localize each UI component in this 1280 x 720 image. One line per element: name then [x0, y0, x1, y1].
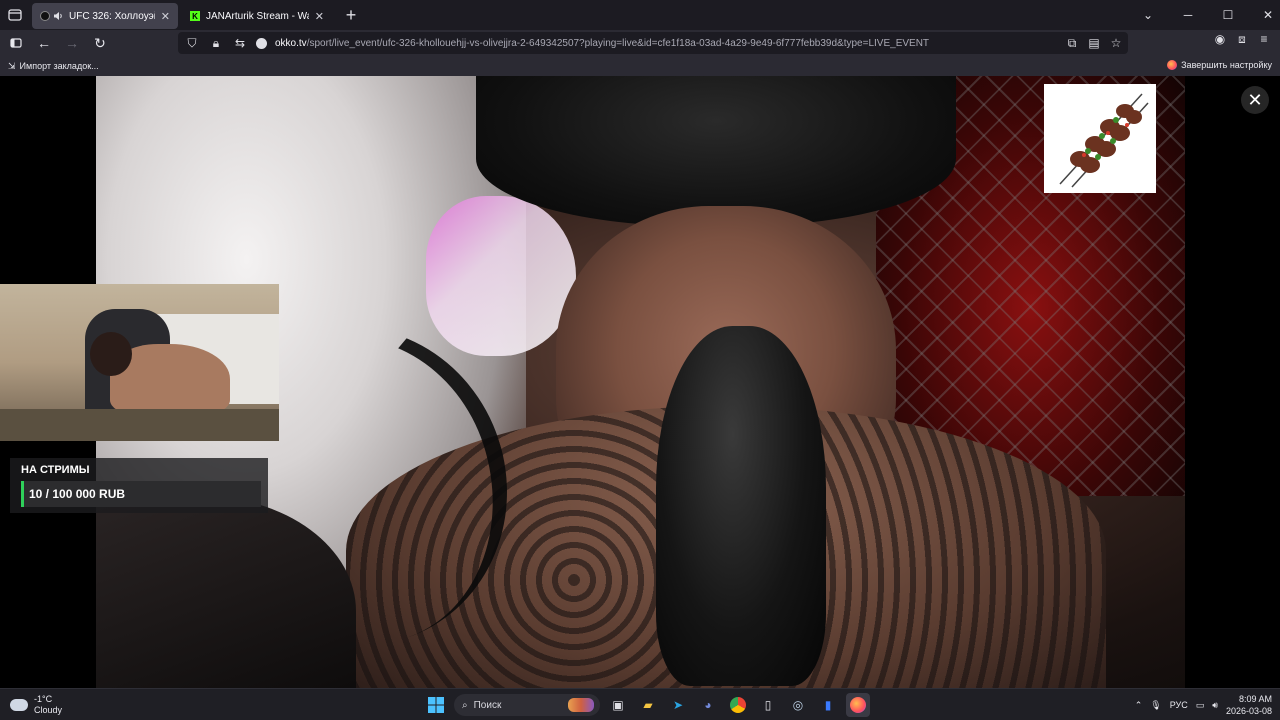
windows-taskbar: -1°C Cloudy ⌕ Поиск ▣ ▰ ➤ ◕ ▯ ◎ ▮ ⌃ 🎙︎ Р… — [0, 688, 1280, 720]
kick-logo-icon: K — [190, 11, 200, 21]
close-window-button[interactable]: ✕ — [1248, 8, 1280, 22]
tab-bar: UFC 326: Холлоуэй vs. Оли ✕ K JANArturik… — [0, 0, 1280, 30]
firefox-icon — [1167, 60, 1178, 70]
minimize-button[interactable]: ─ — [1168, 8, 1208, 22]
bookmarks-bar: ⇲ Импорт закладок... Завершить настройку — [0, 56, 1280, 76]
close-tab-icon[interactable]: ✕ — [315, 10, 324, 23]
weather-widget[interactable]: -1°C Cloudy — [10, 694, 62, 716]
webcam-head — [90, 332, 132, 376]
extensions-icon[interactable]: ⧈ — [1234, 31, 1250, 47]
close-tab-icon[interactable]: ✕ — [161, 10, 170, 23]
tab-overflow-icon[interactable]: ⌄ — [1128, 8, 1168, 22]
back-icon[interactable]: ← — [32, 31, 56, 55]
tab-title: JANArturik Stream - Watch Live — [206, 10, 309, 22]
menu-icon[interactable]: ≡ — [1256, 31, 1272, 47]
video-glove-detail — [426, 196, 576, 356]
taskbar-search[interactable]: ⌕ Поиск — [454, 694, 600, 716]
clock-time: 8:09 AM — [1238, 694, 1272, 704]
picture-in-picture-icon[interactable]: ⧉ — [1064, 35, 1080, 51]
finish-setup-button[interactable]: Завершить настройку — [1167, 60, 1272, 70]
search-icon: ⌕ — [462, 699, 468, 711]
volume-icon[interactable]: 🔊︎ — [1212, 700, 1218, 711]
shield-icon[interactable]: ⛉ — [184, 35, 200, 51]
microphone-icon[interactable]: 🎙︎ — [1150, 700, 1161, 711]
clock[interactable]: 8:09 AM 2026-03-08 — [1226, 693, 1272, 717]
chrome-icon[interactable] — [726, 693, 750, 717]
lock-icon[interactable]: 🔒︎ — [208, 35, 224, 51]
maximize-button[interactable]: ☐ — [1208, 8, 1248, 22]
url-path: /sport/live_event/ufc-326-khollouehjj-vs… — [306, 37, 930, 49]
window-controls: ⌄ ─ ☐ ✕ — [1128, 0, 1280, 30]
stats-app-icon[interactable]: ▮ — [816, 693, 840, 717]
taskbar-apps: ⌕ Поиск ▣ ▰ ➤ ◕ ▯ ◎ ▮ — [424, 693, 870, 717]
task-view-icon[interactable]: ▣ — [606, 693, 630, 717]
bookmark-star-icon[interactable]: ☆ — [1108, 35, 1124, 51]
streamer-webcam — [0, 284, 279, 441]
search-highlight-icon — [568, 698, 594, 712]
start-button[interactable] — [424, 693, 448, 717]
donation-progress-bar: 10 / 100 000 RUB — [21, 481, 261, 507]
cloud-icon — [10, 699, 28, 711]
reload-icon[interactable]: ↻ — [88, 31, 112, 55]
tab-title: UFC 326: Холлоуэй vs. Оли — [69, 10, 155, 22]
sidebar-icon[interactable] — [4, 31, 28, 55]
firefox-taskbar-icon[interactable] — [846, 693, 870, 717]
url-bar[interactable]: ⛉ 🔒︎ ⇆ okko.tv/sport/live_event/ufc-326-… — [178, 32, 1128, 54]
steam-icon[interactable]: ◎ — [786, 693, 810, 717]
import-bookmarks-label: Импорт закладок... — [19, 61, 99, 71]
black-glove — [656, 326, 826, 686]
search-placeholder: Поиск — [473, 699, 502, 711]
reader-view-icon[interactable]: ▤ — [1086, 35, 1102, 51]
tab-janarturik[interactable]: K JANArturik Stream - Watch Live ✕ — [182, 3, 332, 29]
forward-icon[interactable]: → — [60, 31, 84, 55]
donation-goal-widget: НА СТРИМЫ 10 / 100 000 RUB — [10, 458, 268, 513]
import-bookmarks-button[interactable]: ⇲ Импорт закладок... — [8, 61, 99, 72]
notepad-icon[interactable]: ▯ — [756, 693, 780, 717]
page-content: ✕ НА СТРИМЫ 10 / 100 000 RUB — [0, 76, 1280, 688]
video-cap-shape — [476, 76, 956, 226]
new-tab-button[interactable]: + — [338, 2, 364, 28]
network-icon[interactable]: ▭ — [1196, 700, 1205, 711]
file-explorer-icon[interactable]: ▰ — [636, 693, 660, 717]
site-favicon — [256, 37, 267, 49]
close-player-button[interactable]: ✕ — [1241, 86, 1269, 114]
kebab-image — [1044, 84, 1156, 193]
language-indicator[interactable]: РУС — [1170, 700, 1188, 710]
finish-setup-label: Завершить настройку — [1181, 60, 1272, 70]
clock-date: 2026-03-08 — [1225, 706, 1272, 716]
webcam-floor — [0, 409, 279, 441]
media-tab-icon — [40, 11, 63, 21]
permissions-icon[interactable]: ⇆ — [232, 35, 248, 51]
url-domain: okko.tv — [275, 37, 307, 49]
import-icon: ⇲ — [8, 60, 16, 71]
donation-goal-label: НА СТРИМЫ — [21, 464, 90, 476]
discord-icon[interactable]: ◕ — [696, 693, 720, 717]
telegram-icon[interactable]: ➤ — [666, 693, 690, 717]
donation-amount: 10 / 100 000 RUB — [29, 487, 126, 501]
tray-overflow-icon[interactable]: ⌃ — [1135, 700, 1143, 711]
toolbar-right: ◉ ⧈ ≡ — [1212, 31, 1272, 47]
tab-ufc[interactable]: UFC 326: Холлоуэй vs. Оли ✕ — [32, 3, 178, 29]
system-tray: ⌃ 🎙︎ РУС ▭ 🔊︎ 8:09 AM 2026-03-08 — [1135, 693, 1272, 717]
tab-list-icon[interactable] — [0, 0, 30, 30]
weather-desc: Cloudy — [34, 705, 63, 715]
weather-temp: -1°C — [34, 694, 53, 704]
account-icon[interactable]: ◉ — [1212, 31, 1228, 47]
